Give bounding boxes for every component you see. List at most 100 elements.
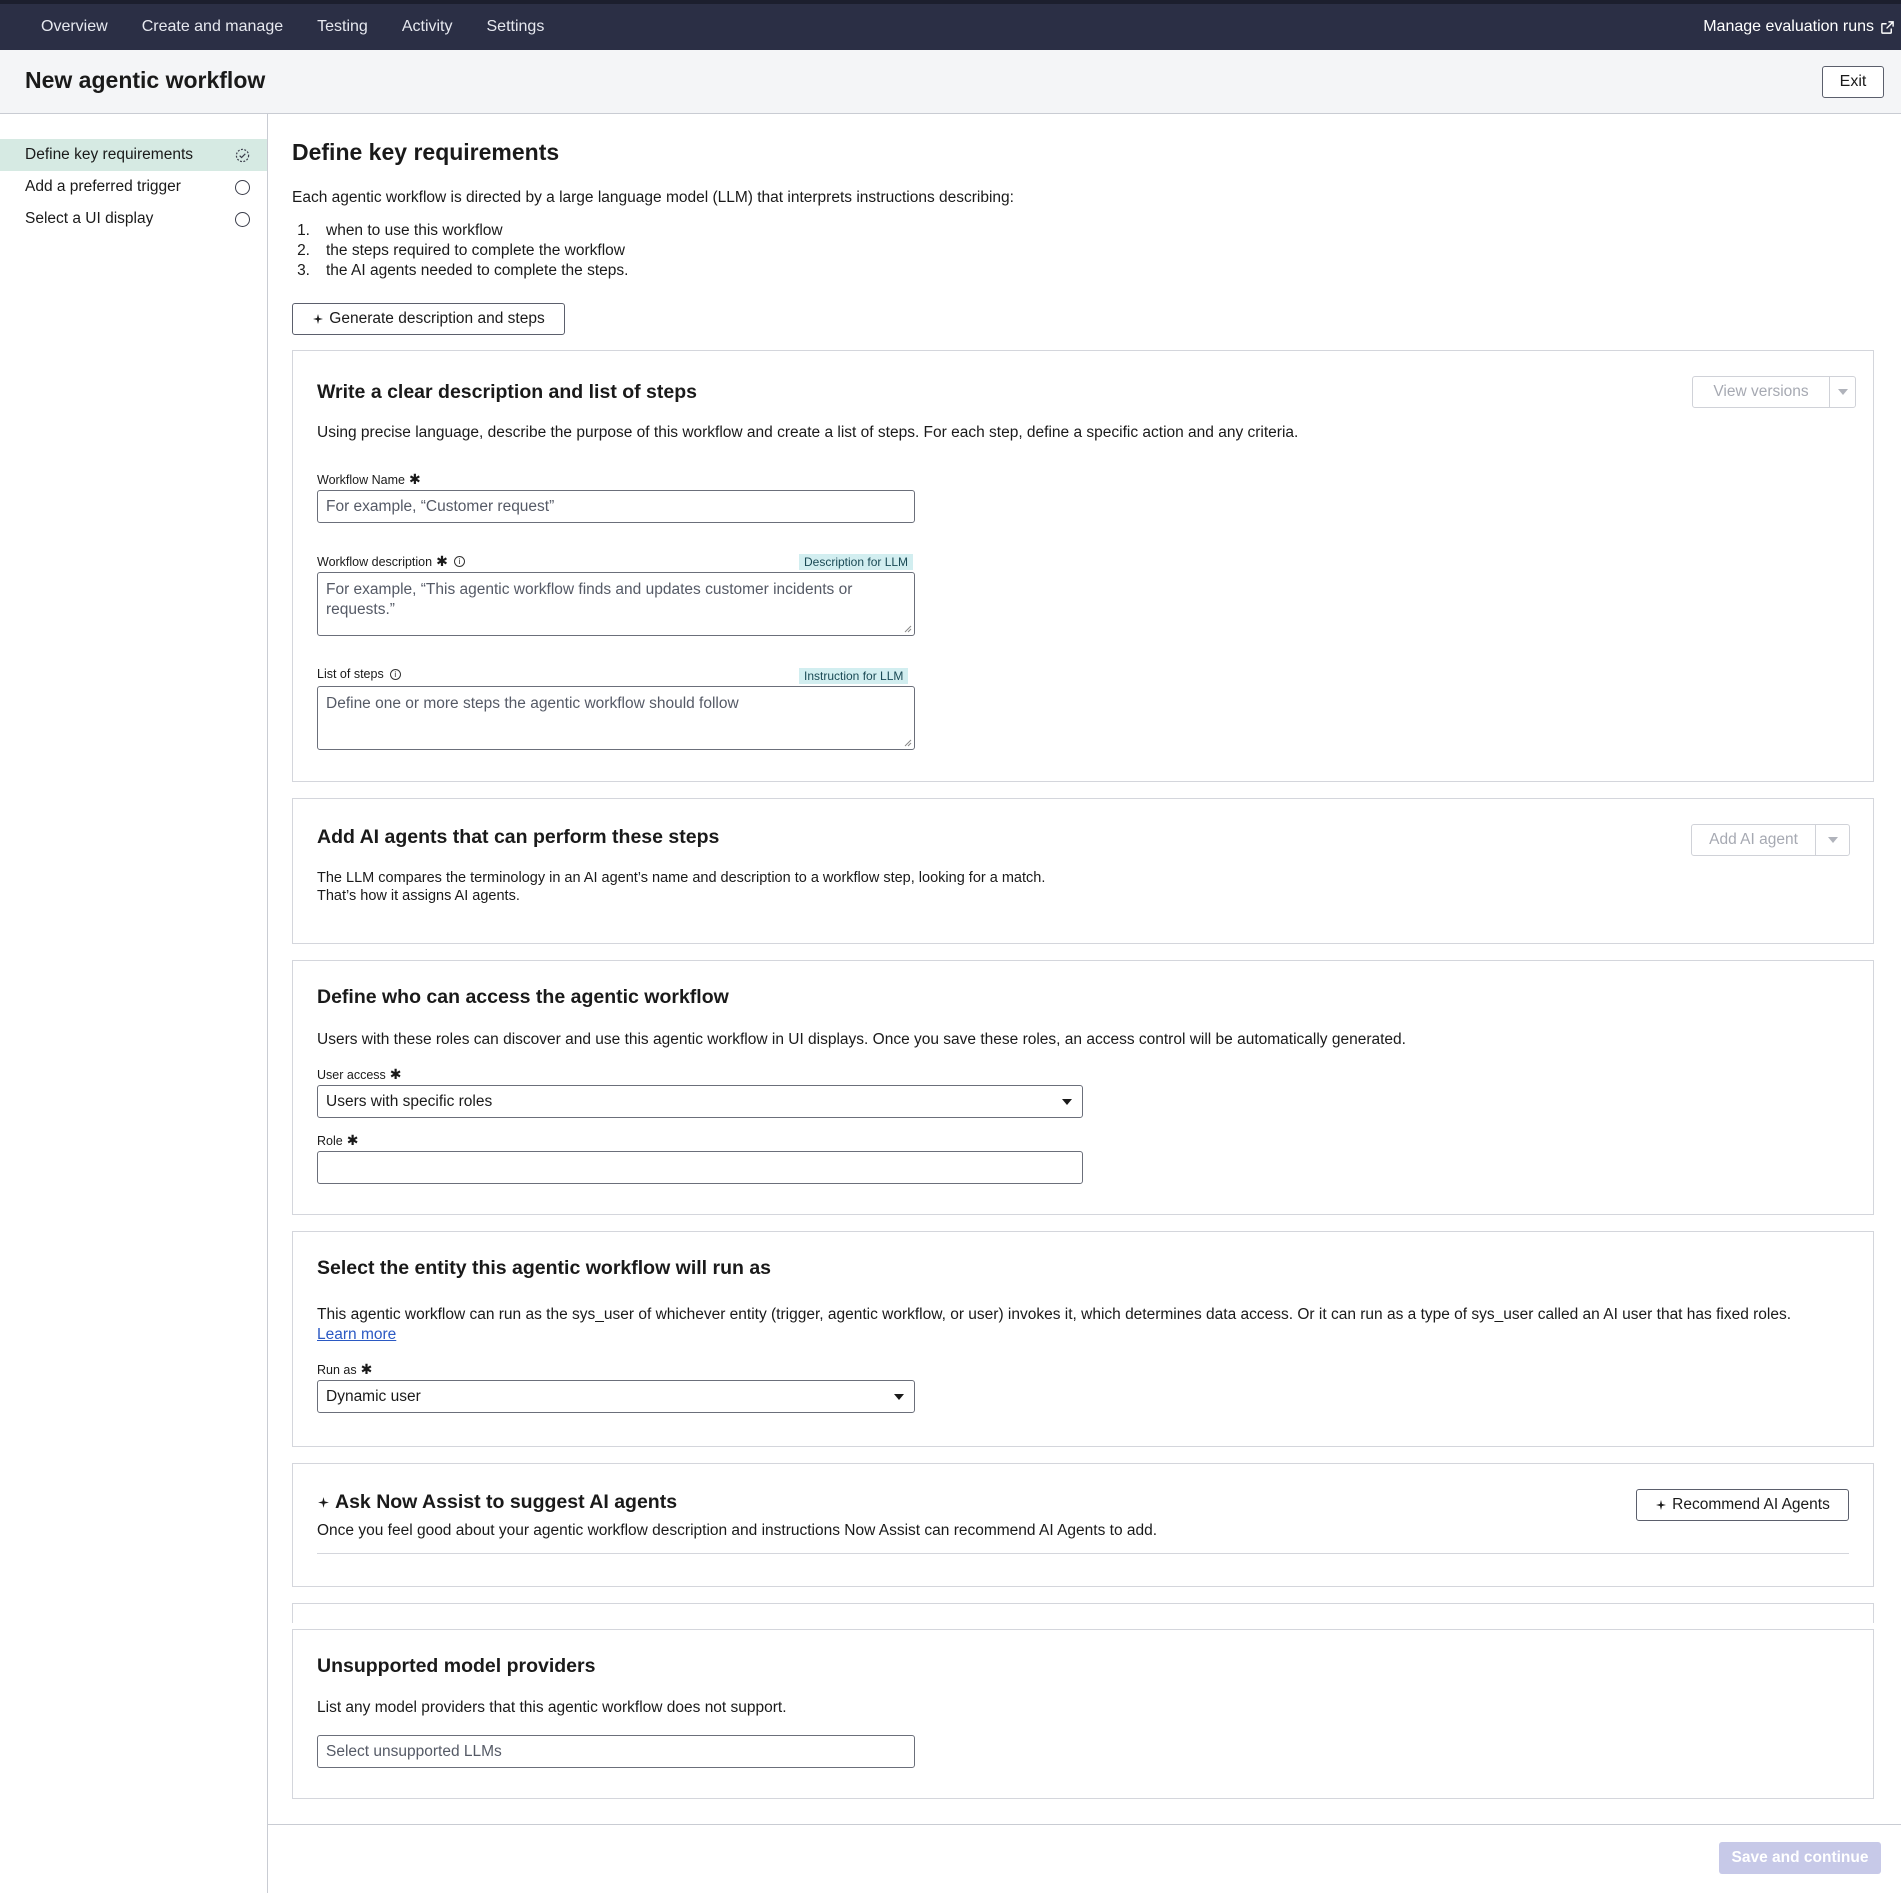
run-as-card: Select the entity this agentic workflow … (292, 1231, 1874, 1447)
description-card: Write a clear description and list of st… (292, 350, 1874, 782)
list-of-steps-textarea[interactable]: Define one or more steps the agentic wor… (317, 686, 915, 750)
section-title: Define key requirements (292, 139, 560, 165)
list-item: 1. when to use this workflow (297, 222, 503, 239)
unsupported-llms-input[interactable]: Select unsupported LLMs (317, 1735, 915, 1768)
page-header: New agentic workflow Exit (0, 50, 1901, 114)
caret-down-icon (1062, 1099, 1072, 1105)
description-for-llm-tag: Description for LLM (799, 554, 914, 570)
card-description-text: This agentic workflow can run as the sys… (317, 1306, 1792, 1323)
generate-description-label: Generate description and steps (329, 310, 545, 327)
add-ai-agent-split-button: Add AI agent (1691, 824, 1850, 856)
page-title: New agentic workflow (25, 67, 266, 93)
in-progress-icon (235, 148, 250, 163)
sidebar-item-label: Add a preferred trigger (25, 178, 181, 195)
card-description-line: That’s how it assigns AI agents. (317, 888, 520, 904)
list-of-steps-placeholder: Define one or more steps the agentic wor… (326, 695, 739, 712)
caret-down-icon (894, 1394, 904, 1400)
top-nav-items: Overview Create and manage Testing Activ… (24, 18, 561, 36)
list-item: 2. the steps required to complete the wor… (297, 242, 625, 259)
steps-sidebar: Define key requirements Add a preferred … (0, 114, 268, 1893)
intro-text: Each agentic workflow is directed by a l… (292, 189, 1014, 206)
workflow-name-label: Workflow Name ✱ (317, 471, 421, 487)
sidebar-item-define-key-requirements[interactable]: Define key requirements (0, 139, 267, 171)
card-title: Unsupported model providers (317, 1655, 596, 1677)
card-description: The LLM compares the terminology in an A… (317, 869, 1045, 905)
card-description: Users with these roles can discover and … (317, 1031, 1406, 1048)
add-ai-agent-button[interactable]: Add AI agent (1692, 825, 1816, 855)
now-assist-card: Ask Now Assist to suggest AI agents Reco… (292, 1463, 1874, 1587)
card-description: Once you feel good about your agentic wo… (317, 1522, 1158, 1539)
model-providers-card: Unsupported model providers List any mod… (292, 1629, 1874, 1799)
footer-divider (268, 1824, 1901, 1825)
required-icon: ✱ (360, 1361, 373, 1377)
intro-list: 1. when to use this workflow 2. the steps … (292, 221, 628, 281)
sidebar-item-label: Select a UI display (25, 210, 154, 227)
sidebar-item-add-preferred-trigger[interactable]: Add a preferred trigger (0, 171, 267, 203)
nav-testing[interactable]: Testing (300, 18, 385, 36)
run-as-label: Run as ✱ (317, 1361, 373, 1377)
required-icon: ✱ (346, 1132, 359, 1148)
top-nav: Overview Create and manage Testing Activ… (0, 0, 1901, 50)
ai-agents-card: Add AI agents that can perform these ste… (292, 798, 1874, 944)
user-access-select[interactable]: Users with specific roles (317, 1085, 1083, 1118)
list-item: 3. the AI agents needed to complete the s… (297, 262, 629, 279)
role-label: Role ✱ (317, 1132, 359, 1148)
learn-more-link[interactable]: Learn more (317, 1325, 1857, 1345)
card-description: This agentic workflow can run as the sys… (317, 1305, 1857, 1345)
workflow-description-textarea[interactable]: For example, “This agentic workflow find… (317, 572, 915, 636)
required-icon: ✱ (389, 1066, 402, 1082)
card-description-line: The LLM compares the terminology in an A… (317, 870, 1046, 886)
empty-card (292, 1603, 1874, 1623)
instruction-for-llm-tag: Instruction for LLM (799, 668, 909, 684)
not-started-icon (235, 180, 250, 195)
manage-evaluation-runs-label: Manage evaluation runs (1703, 18, 1874, 35)
view-versions-button[interactable]: View versions (1693, 377, 1830, 407)
view-versions-dropdown[interactable] (1830, 377, 1855, 407)
external-link-icon (1881, 20, 1894, 34)
workflow-description-label: Workflow description ✱ i (317, 553, 465, 570)
card-title: Select the entity this agentic workflow … (317, 1257, 772, 1279)
manage-evaluation-runs-link[interactable]: Manage evaluation runs (1703, 4, 1895, 50)
sparkle-icon (313, 314, 324, 324)
user-access-value: Users with specific roles (326, 1093, 493, 1110)
nav-overview[interactable]: Overview (24, 18, 125, 36)
list-of-steps-label: List of steps i (317, 667, 401, 681)
required-icon: ✱ (436, 553, 448, 569)
card-title-text: Ask Now Assist to suggest AI agents (335, 1491, 678, 1513)
card-description: List any model providers that this agent… (317, 1699, 787, 1716)
user-access-label: User access ✱ (317, 1066, 402, 1082)
not-started-icon (235, 212, 250, 227)
divider (317, 1553, 1849, 1554)
nav-activity[interactable]: Activity (385, 18, 470, 36)
exit-button[interactable]: Exit (1822, 66, 1884, 98)
card-title: Add AI agents that can perform these ste… (317, 826, 720, 848)
workflow-description-placeholder: For example, “This agentic workflow find… (326, 581, 853, 618)
nav-settings[interactable]: Settings (470, 18, 562, 36)
save-and-continue-button[interactable]: Save and continue (1719, 1842, 1881, 1874)
info-icon[interactable]: i (453, 556, 465, 567)
resize-handle-icon[interactable] (904, 739, 912, 747)
add-ai-agent-dropdown[interactable] (1816, 825, 1849, 855)
role-input[interactable] (317, 1151, 1083, 1184)
workflow-name-input[interactable]: For example, “Customer request” (317, 490, 915, 523)
recommend-ai-agents-label: Recommend AI Agents (1672, 1496, 1830, 1513)
view-versions-split-button: View versions (1692, 376, 1856, 408)
access-card: Define who can access the agentic workfl… (292, 960, 1874, 1215)
card-title: Ask Now Assist to suggest AI agents (317, 1491, 677, 1514)
required-icon: ✱ (408, 471, 421, 487)
resize-handle-icon[interactable] (904, 625, 912, 633)
card-title: Define who can access the agentic workfl… (317, 986, 729, 1008)
run-as-select[interactable]: Dynamic user (317, 1380, 915, 1413)
generate-description-button[interactable]: Generate description and steps (292, 303, 565, 335)
card-title: Write a clear description and list of st… (317, 381, 697, 403)
recommend-ai-agents-button[interactable]: Recommend AI Agents (1636, 1489, 1849, 1521)
sidebar-item-select-ui-display[interactable]: Select a UI display (0, 203, 267, 235)
chevron-down-icon (1837, 389, 1848, 395)
sparkle-icon (1656, 1500, 1667, 1510)
nav-create-and-manage[interactable]: Create and manage (125, 18, 300, 36)
sparkle-icon (318, 1497, 329, 1508)
run-as-value: Dynamic user (326, 1388, 421, 1405)
card-description: Using precise language, describe the pur… (317, 424, 1299, 441)
sidebar-item-label: Define key requirements (25, 146, 193, 163)
info-icon[interactable]: i (389, 668, 401, 680)
